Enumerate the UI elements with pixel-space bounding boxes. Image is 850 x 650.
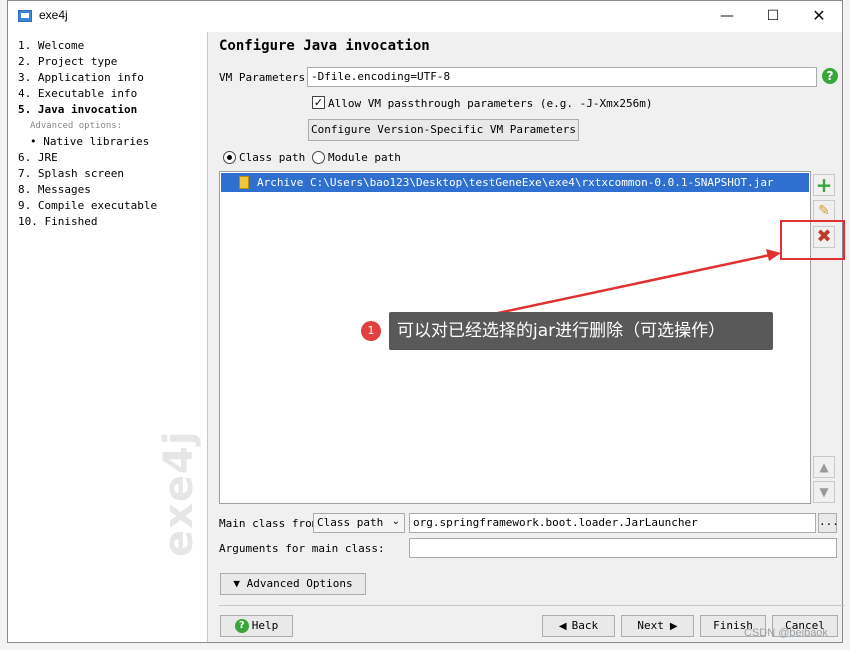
help-circle-icon: ? (234, 619, 249, 633)
next-button[interactable]: Next ▶ (621, 615, 694, 637)
classpath-entry[interactable]: Archive C:\Users\bao123\Desktop\testGene… (221, 173, 809, 192)
footer-divider (219, 605, 845, 606)
passthrough-checkbox[interactable]: ✓ (312, 96, 325, 109)
passthrough-label: Allow VM passthrough parameters (e.g. -J… (328, 97, 653, 110)
move-up-icon[interactable]: ▲ (813, 456, 835, 478)
delete-highlight-box (780, 220, 845, 260)
close-button[interactable]: ✕ (796, 1, 842, 32)
main-class-input[interactable]: org.springframework.boot.loader.JarLaunc… (409, 513, 816, 533)
vm-parameters-label: VM Parameters: (219, 71, 312, 84)
step-application-info[interactable]: 3. Application info (18, 71, 144, 84)
chevron-down-icon: ⌄ (391, 516, 400, 527)
step-compile-executable[interactable]: 9. Compile executable (18, 199, 157, 212)
main-class-label: Main class from (219, 517, 319, 530)
class-path-radio[interactable] (223, 151, 236, 164)
maximize-button[interactable]: ☐ (750, 1, 796, 32)
step-welcome[interactable]: 1. Welcome (18, 39, 84, 52)
next-button-label: Next (637, 619, 664, 632)
version-specific-vm-params-button[interactable]: Configure Version-Specific VM Parameters (308, 119, 579, 141)
help-icon[interactable]: ? (822, 68, 838, 84)
back-button-label: Back (571, 619, 599, 632)
class-path-radio-label: Class path (239, 151, 306, 164)
steps-sidebar: 1. Welcome 2. Project type 3. Applicatio… (8, 32, 208, 642)
browse-main-class-button[interactable]: ... (818, 513, 839, 533)
step-finished[interactable]: 10. Finished (18, 215, 97, 228)
help-button-label: Help (251, 619, 279, 632)
jar-archive-icon (239, 176, 249, 189)
main-class-source-value: Class path (317, 516, 384, 529)
step-executable-info[interactable]: 4. Executable info (18, 87, 137, 100)
page-title: Configure Java invocation (219, 38, 430, 54)
advanced-options-button[interactable]: ▼ Advanced Options (220, 573, 366, 595)
arguments-label: Arguments for main class: (219, 542, 385, 555)
back-arrow-icon: ◀ (558, 621, 567, 632)
move-down-icon[interactable]: ▼ (813, 481, 835, 503)
back-button[interactable]: ◀ Back (542, 615, 615, 637)
step-java-invocation[interactable]: 5. Java invocation (18, 103, 137, 116)
annotation-tooltip: 可以对已经选择的jar进行删除（可选操作） (389, 312, 773, 350)
arguments-input[interactable] (409, 538, 837, 558)
add-icon[interactable]: + (813, 174, 835, 196)
exe4j-watermark: exe4j (156, 430, 202, 557)
main-class-source-select[interactable]: Class path ⌄ (313, 513, 405, 533)
module-path-radio-label: Module path (328, 151, 401, 164)
step-splash-screen[interactable]: 7. Splash screen (18, 167, 124, 180)
step-project-type[interactable]: 2. Project type (18, 55, 117, 68)
step-badge: 1 (361, 321, 381, 341)
step-messages[interactable]: 8. Messages (18, 183, 91, 196)
next-arrow-icon: ▶ (669, 621, 678, 632)
help-button[interactable]: ? Help (220, 615, 293, 637)
module-path-radio[interactable] (312, 151, 325, 164)
step-jre[interactable]: 6. JRE (18, 151, 58, 164)
app-icon (18, 10, 32, 22)
advanced-options-heading: Advanced options: (30, 121, 123, 131)
csdn-watermark: CSDN @beibaok (744, 627, 828, 639)
vm-parameters-input[interactable]: -Dfile.encoding=UTF-8 (307, 67, 817, 87)
step-native-libraries[interactable]: • Native libraries (30, 135, 149, 148)
edit-icon[interactable]: ✎ (813, 200, 835, 222)
window-title: exe4j (39, 8, 68, 22)
classpath-entry-text: Archive C:\Users\bao123\Desktop\testGene… (257, 176, 774, 189)
title-bar: exe4j — ☐ ✕ (8, 1, 842, 32)
minimize-button[interactable]: — (704, 1, 750, 32)
